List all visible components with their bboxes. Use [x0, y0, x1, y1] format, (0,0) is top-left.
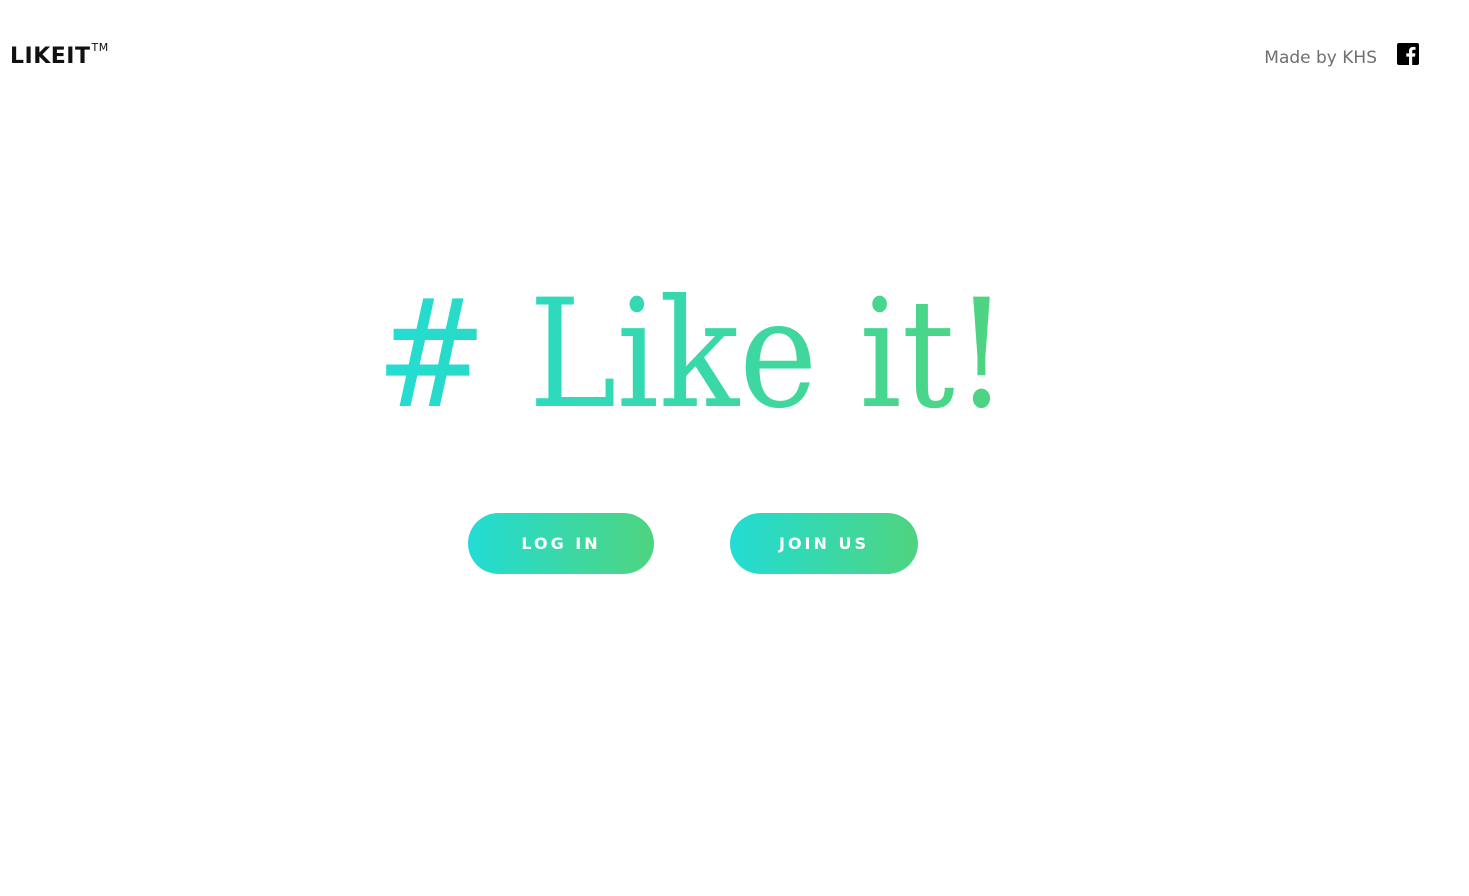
brand-logo[interactable]: LIKEITTM: [10, 40, 109, 69]
credit-text: Made by KHS: [1264, 48, 1377, 68]
hero-title-text: # Like it!: [376, 268, 1008, 422]
join-button[interactable]: JOIN US: [730, 513, 918, 574]
facebook-icon[interactable]: [1397, 43, 1419, 65]
trademark-mark: TM: [91, 40, 109, 54]
brand-name: LIKEIT: [10, 44, 91, 69]
hero-title: # Like it!: [376, 262, 1036, 422]
login-button[interactable]: LOG IN: [468, 513, 654, 574]
